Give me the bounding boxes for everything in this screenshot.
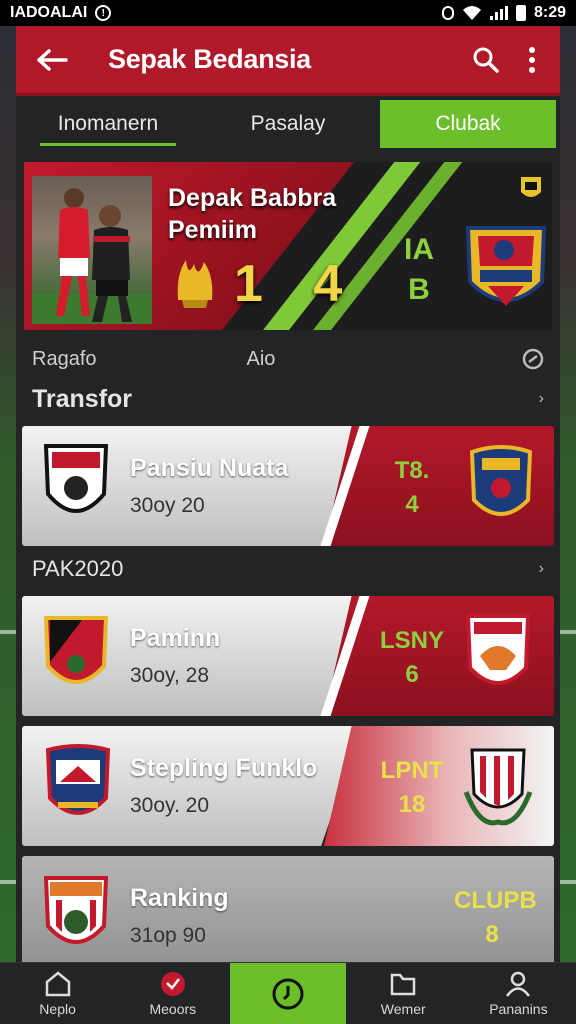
tab-clubak[interactable]: Clubak <box>380 100 556 148</box>
notification-icon: ! <box>95 5 112 21</box>
tab-underline <box>40 143 176 146</box>
status-bar: IADOALAI ! 8:29 <box>0 0 576 26</box>
list-item[interactable]: Pansiu Nuata 30oy 20 T8. 4 <box>22 426 554 546</box>
team-crest-icon <box>43 616 109 684</box>
home-icon <box>45 970 70 996</box>
team-name: Stepling Funklo <box>130 754 318 782</box>
side-bottom: B <box>408 273 430 306</box>
stat-bottom: 6 <box>405 661 419 688</box>
nav-label: Meoors <box>149 1000 197 1017</box>
match-stat: LSNY 6 <box>374 624 450 692</box>
opponent-crest-icon <box>463 748 533 826</box>
nav-pananins[interactable]: Pananins <box>461 963 576 1024</box>
nav-meoors[interactable]: Meoors <box>115 963 230 1024</box>
stat-top: LPNT <box>380 757 444 784</box>
tab-label: Pasalay <box>250 112 326 135</box>
section-title: Transfor <box>32 384 133 413</box>
score-home: 1 <box>234 255 281 313</box>
stat-top: T8. <box>394 457 430 484</box>
nav-home[interactable]: Neplo <box>0 963 115 1024</box>
list-item[interactable]: Stepling Funklo 30oy. 20 LPNT 18 <box>22 726 554 846</box>
club-crest-icon <box>465 226 547 306</box>
side-top: IA <box>404 233 434 266</box>
folder-icon <box>390 973 416 995</box>
app-title: Sepak Bedansia <box>108 44 311 74</box>
team-name: Paminn <box>130 624 221 652</box>
team-crest-icon <box>45 744 111 815</box>
wifi-icon <box>462 6 481 20</box>
nav-clock[interactable] <box>230 963 346 1024</box>
match-stat: LPNT 18 <box>374 754 450 822</box>
search-icon <box>473 47 499 73</box>
team-crest-icon <box>43 876 109 944</box>
hero-title-line1: Depak Babbra <box>168 184 337 212</box>
heart-icon <box>160 971 185 996</box>
alarm-icon <box>441 6 454 20</box>
clock-time: 8:29 <box>533 4 566 21</box>
stat-bottom: 8 <box>485 921 499 948</box>
stat-top: LSNY <box>379 627 444 654</box>
bottom-navigation: Neplo Meoors Wemer Pananins <box>0 962 576 1024</box>
nav-label: Pananins <box>489 1000 548 1017</box>
match-score: 1 4 <box>234 254 360 314</box>
match-date: 31op 90 <box>130 924 206 947</box>
clock-icon <box>272 978 304 1009</box>
main-panel: Sepak Bedansia Inomanern Pasalay Clubak <box>16 26 560 976</box>
more-options-button[interactable] <box>522 42 542 78</box>
nav-label: Neplo <box>39 1000 76 1017</box>
nav-label: Wemer <box>380 1000 426 1017</box>
match-stat: T8. 4 <box>374 454 450 522</box>
hero-title: Depak Babbra Pemiim <box>168 182 336 246</box>
stat-bottom: 18 <box>398 791 426 818</box>
filter-row: Ragafo Aio <box>16 336 560 382</box>
nav-wemer[interactable]: Wemer <box>346 963 461 1024</box>
person-icon <box>506 971 531 997</box>
pak-section-header: PAK2020 › <box>16 552 560 586</box>
carrier-label: IADOALAI <box>10 4 88 21</box>
team-name: Ranking <box>130 884 229 912</box>
section-title: PAK2020 <box>32 556 124 581</box>
match-stat: CLUPB 8 <box>454 884 537 952</box>
team-name: Pansiu Nuata <box>130 454 289 482</box>
match-date: 30oy 20 <box>130 494 205 517</box>
filter-left[interactable]: Ragafo <box>32 348 97 371</box>
trophy-icon <box>177 260 213 308</box>
back-button[interactable] <box>34 42 70 78</box>
hero-side-text: IA B <box>404 230 434 310</box>
tab-label: Inomanern <box>57 112 159 135</box>
hero-title-line2: Pemiim <box>168 216 257 244</box>
opponent-crest-icon <box>469 445 533 516</box>
arrow-left-icon <box>37 48 68 71</box>
tab-inomanern[interactable]: Inomanern <box>20 100 196 148</box>
search-button[interactable] <box>468 42 504 78</box>
tab-pasalay[interactable]: Pasalay <box>200 100 376 148</box>
players-photo <box>32 176 152 324</box>
chevron-right-icon[interactable]: › <box>539 390 544 408</box>
score-away: 4 <box>313 255 361 313</box>
app-bar: Sepak Bedansia <box>16 26 560 96</box>
filter-middle[interactable]: Aio <box>247 348 523 371</box>
match-date: 30oy. 20 <box>130 794 210 817</box>
list-item[interactable]: Ranking 31op 90 CLUPB 8 <box>22 856 554 976</box>
battery-icon <box>515 5 526 21</box>
match-date: 30oy, 28 <box>130 664 210 687</box>
more-vertical-icon <box>529 46 535 73</box>
list-item[interactable]: Paminn 30oy, 28 LSNY 6 <box>22 596 554 716</box>
chevron-right-icon[interactable]: › <box>539 560 544 578</box>
opponent-crest-icon <box>465 614 531 685</box>
transfer-section-header: Transfor › <box>16 382 560 416</box>
stat-bottom: 4 <box>405 491 419 518</box>
signal-icon <box>489 6 508 20</box>
tab-label: Clubak <box>435 112 501 135</box>
stat-top: CLUPB <box>454 887 537 914</box>
mini-badge-icon <box>521 177 541 197</box>
tab-bar: Inomanern Pasalay Clubak <box>16 96 560 152</box>
featured-match-card[interactable]: Depak Babbra Pemiim 1 4 IA B <box>24 162 552 330</box>
team-crest-icon <box>43 444 109 513</box>
settings-circle-icon[interactable] <box>522 348 544 370</box>
